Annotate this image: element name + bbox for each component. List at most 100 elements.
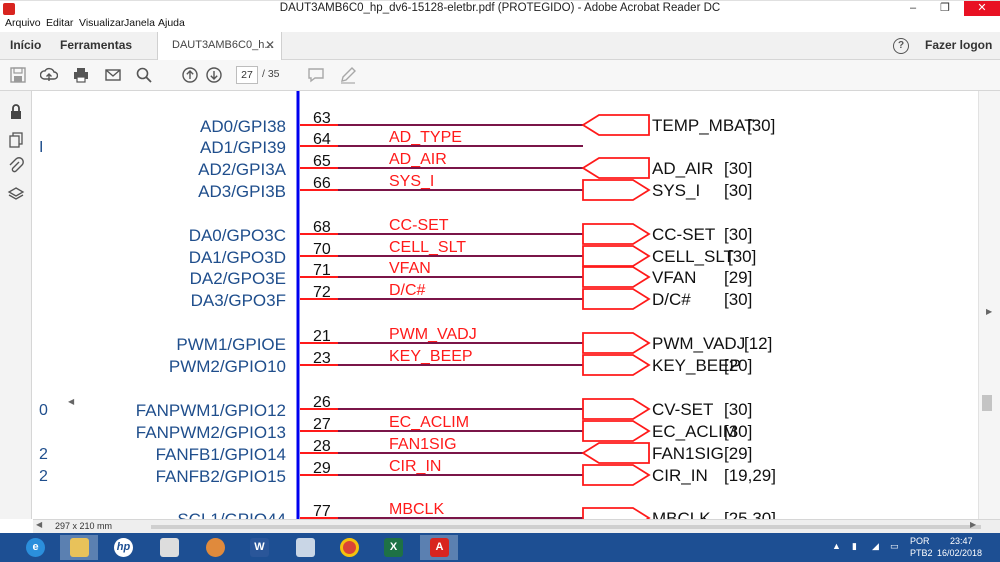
pin-number: 26 — [313, 394, 331, 411]
help-icon[interactable]: ? — [893, 38, 909, 54]
port-ref: [30] — [724, 159, 752, 178]
search-icon[interactable] — [135, 66, 153, 84]
page-up-icon[interactable] — [181, 66, 199, 84]
paint-taskbar-button[interactable] — [196, 535, 234, 560]
status-bar: ◀ 297 x 210 mm ▶ — [33, 519, 1000, 533]
menu-visualizar[interactable]: Visualizar — [79, 17, 124, 29]
net-label: KEY_BEEP — [389, 348, 473, 365]
port-ref: [19,29] — [724, 466, 776, 485]
print-icon[interactable] — [72, 66, 90, 84]
tab-tools[interactable]: Ferramentas — [60, 38, 132, 52]
port-ref: [20] — [724, 356, 752, 375]
page-down-icon[interactable] — [205, 66, 223, 84]
page-size-label: 297 x 210 mm — [55, 521, 113, 531]
net-label: SYS_I — [389, 173, 434, 190]
minimize-button[interactable]: – — [898, 1, 928, 17]
save-icon[interactable] — [9, 66, 27, 84]
comment-icon[interactable] — [307, 66, 325, 84]
right-panel-arrow[interactable]: ▶ — [986, 307, 992, 316]
lock-icon[interactable] — [7, 103, 25, 121]
tray-volume-icon[interactable]: ◢ — [872, 541, 879, 552]
port-symbol — [581, 157, 650, 179]
port-name: CV-SET — [652, 400, 713, 419]
tab-close-icon[interactable]: ✕ — [265, 38, 275, 52]
pin-name: FANPWM2/GPIO13 — [136, 423, 286, 442]
scroll-right-arrow[interactable]: ▶ — [970, 520, 976, 529]
port-ref: [25,30] — [724, 509, 776, 519]
pages-icon[interactable] — [7, 131, 25, 149]
upload-icon[interactable] — [39, 66, 59, 84]
calculator-taskbar-button[interactable] — [286, 535, 324, 560]
port-name: CELL_SLT — [652, 247, 734, 266]
tray-clock-date[interactable]: 16/02/2018 — [937, 548, 982, 558]
pin-name: PWM2/GPIO10 — [169, 357, 286, 376]
port-symbol — [582, 288, 651, 310]
pin-number: 71 — [313, 262, 331, 279]
menu-ajuda[interactable]: Ajuda — [158, 17, 185, 29]
vertical-scrollbar[interactable]: ▶ — [978, 91, 1000, 519]
login-button[interactable]: Fazer logon — [925, 38, 992, 52]
tray-battery-icon[interactable]: ▭ — [890, 541, 899, 552]
net-label: CC-SET — [389, 217, 449, 234]
window-title: DAUT3AMB6C0_hp_dv6-15128-eletbr.pdf (PRO… — [279, 2, 721, 14]
tray-network-icon[interactable]: ▮ — [852, 541, 857, 552]
tray-arrow-icon[interactable]: ▲ — [832, 541, 841, 551]
excel-taskbar-button[interactable]: X — [374, 535, 412, 560]
port-ref: [29] — [724, 268, 752, 287]
hp-taskbar-button[interactable]: hp — [104, 535, 142, 560]
word-taskbar-button[interactable]: W — [240, 535, 278, 560]
tab-bar: Início Ferramentas DAUT3AMB6C0_h... ✕ ? … — [0, 32, 1000, 60]
scrollbar-thumb[interactable] — [982, 395, 992, 411]
port-name: PWM_VADJ — [652, 334, 745, 353]
acrobat-icon: A — [430, 538, 449, 557]
pin-name: DA2/GPO3E — [190, 269, 286, 288]
tray-keyboard-layout[interactable]: PTB2 — [910, 548, 933, 558]
menu-editar[interactable]: Editar — [46, 17, 73, 29]
scroll-left-arrow[interactable]: ◀ — [36, 520, 42, 529]
windows-taskbar: e hp W X A ▲ ▮ ◢ ▭ POR PTB2 23:47 16/02/… — [0, 533, 1000, 562]
net-label: PWM_VADJ — [389, 326, 477, 343]
tab-document-label: DAUT3AMB6C0_h... — [172, 39, 274, 51]
attachment-icon[interactable] — [7, 157, 25, 175]
acrobat-window: DAUT3AMB6C0_hp_dv6-15128-eletbr.pdf (PRO… — [0, 0, 1000, 562]
chrome-taskbar-button[interactable] — [330, 535, 368, 560]
word-icon: W — [250, 538, 269, 557]
port-symbol — [582, 398, 651, 420]
document-view[interactable]: AD0/GPI38 63 AD1/GPI39 64 AD2/GPI3A 65 AD3/GPI… — [33, 91, 978, 519]
left-collapse-arrow[interactable]: ◀ — [68, 397, 74, 406]
layers-icon[interactable] — [7, 185, 25, 203]
port-name: MBCLK — [652, 509, 711, 519]
explorer-taskbar-button[interactable] — [60, 535, 98, 560]
pin-number: 72 — [313, 284, 331, 301]
port-symbol — [581, 442, 650, 464]
menu-arquivo[interactable]: Arquivo — [5, 17, 41, 29]
page-number-input[interactable]: 27 — [236, 66, 258, 84]
pin-number: 77 — [313, 503, 331, 519]
horizontal-scrollbar[interactable] — [151, 525, 981, 529]
sign-icon[interactable] — [339, 66, 357, 84]
net-label: EC_ACLIM — [389, 414, 469, 431]
edge-mark: 2 — [39, 446, 48, 463]
pin-number: 68 — [313, 219, 331, 236]
toolbar: 27 / 35 — [0, 60, 1000, 91]
tab-home[interactable]: Início — [10, 38, 41, 52]
acrobat-taskbar-button[interactable]: A — [420, 535, 458, 560]
tray-clock-time[interactable]: 23:47 — [950, 536, 973, 546]
menu-janela[interactable]: Janela — [124, 17, 155, 29]
pin-number: 64 — [313, 131, 331, 148]
port-ref: [29] — [724, 444, 752, 463]
port-ref: [30] — [724, 181, 752, 200]
maximize-button[interactable]: ❐ — [930, 1, 960, 17]
port-symbol — [582, 507, 651, 519]
close-button[interactable]: ✕ — [964, 1, 1000, 17]
tab-document[interactable]: DAUT3AMB6C0_h... ✕ — [157, 32, 282, 60]
edge-mark: 2 — [39, 468, 48, 485]
pin-number: 21 — [313, 328, 331, 345]
hp-icon: hp — [114, 538, 133, 557]
pin-number: 70 — [313, 241, 331, 258]
ie-taskbar-button[interactable]: e — [16, 535, 54, 560]
mail-icon[interactable] — [104, 66, 122, 84]
schematic-page: AD0/GPI38 63 AD1/GPI39 64 AD2/GPI3A 65 AD3/GPI… — [39, 91, 776, 519]
tray-language[interactable]: POR — [910, 536, 930, 546]
image-viewer-taskbar-button[interactable] — [150, 535, 188, 560]
